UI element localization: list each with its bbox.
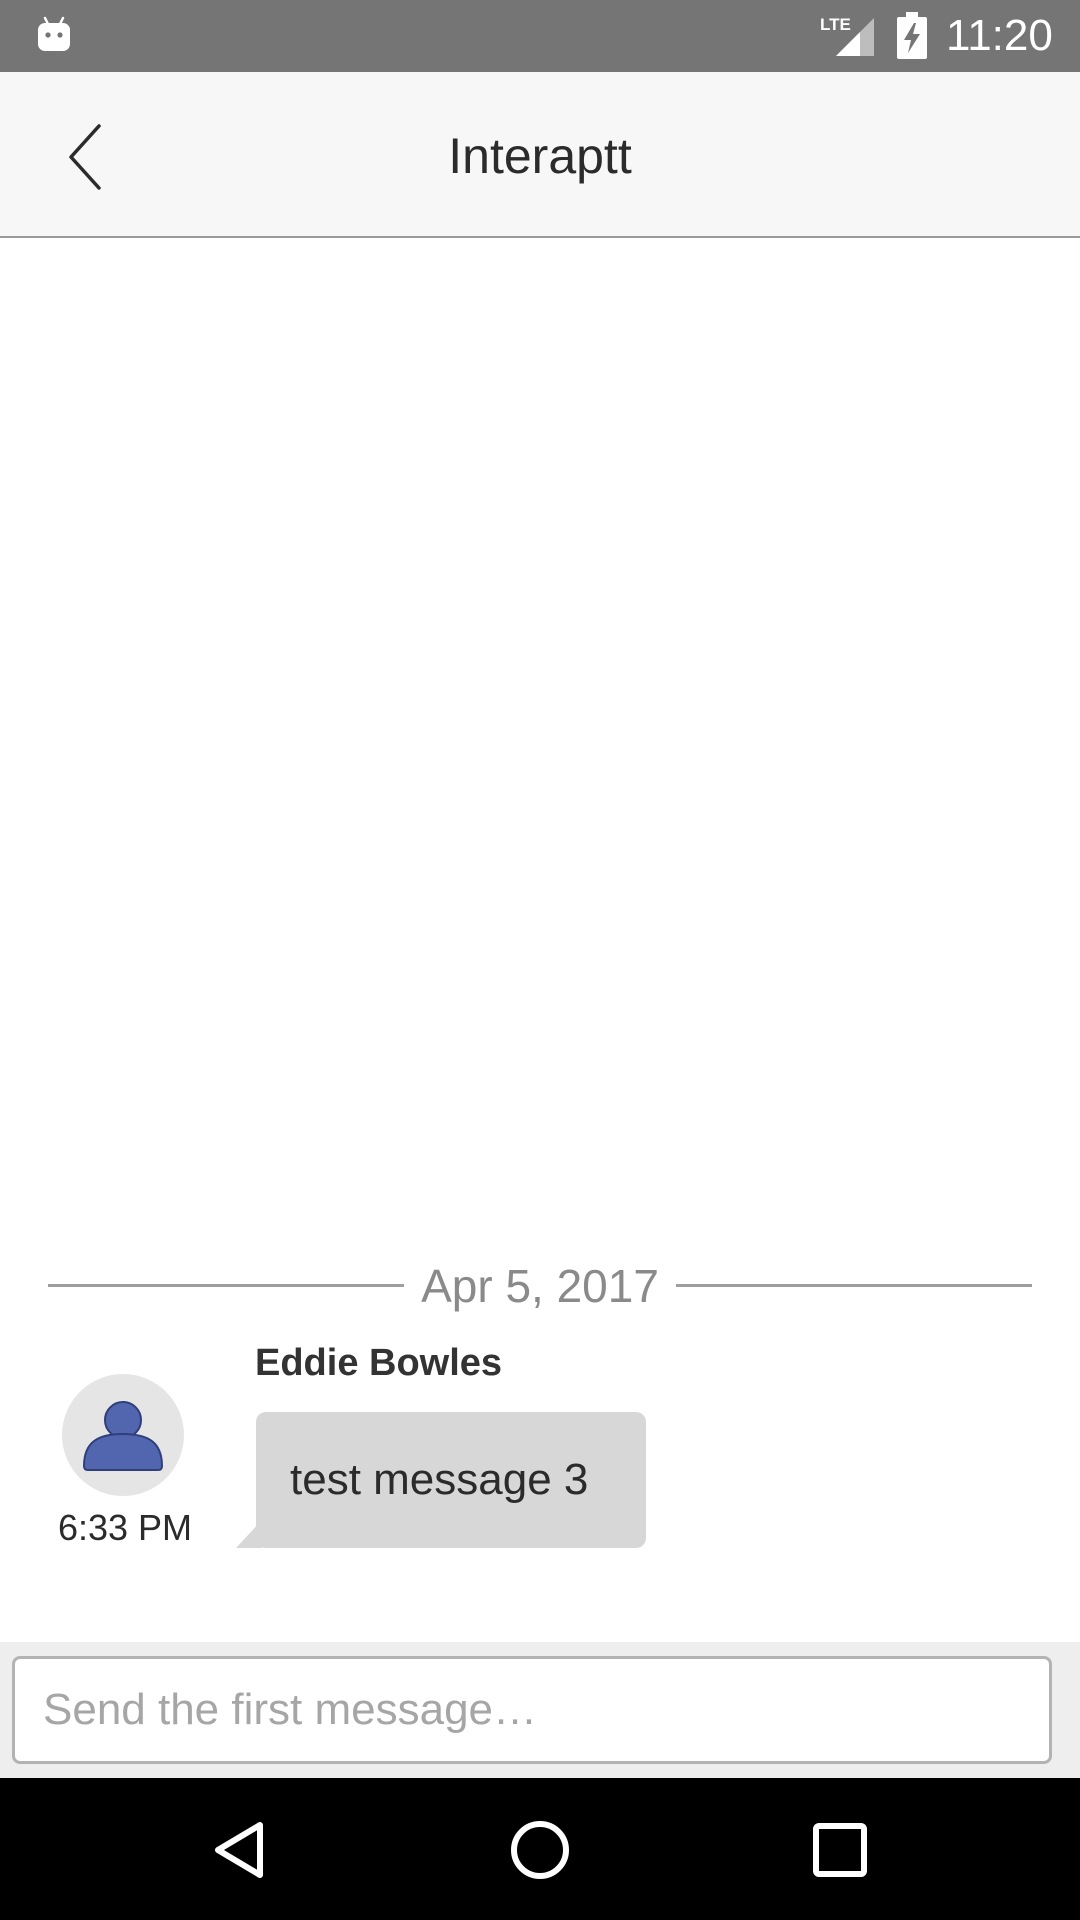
nav-recents-button[interactable] (798, 1808, 882, 1892)
nav-back-icon (215, 1822, 263, 1878)
message-bubble[interactable]: test message 3 (236, 1412, 646, 1548)
status-bar: LTE 11:20 (0, 0, 1080, 72)
signal-icon: LTE (820, 14, 874, 56)
system-nav-bar (0, 1778, 1080, 1920)
sender-name: Eddie Bowles (255, 1342, 503, 1384)
avatar[interactable] (62, 1374, 184, 1496)
status-time: 11:20 (946, 11, 1053, 60)
message-time: 6:33 PM (57, 1507, 193, 1548)
battery-charging-icon (897, 12, 927, 59)
page-title: Interaptt (448, 128, 632, 184)
bubble-body: test message 3 (256, 1412, 646, 1548)
app-header: Interaptt (0, 72, 1080, 238)
divider-right (676, 1284, 1032, 1287)
nav-home-icon (511, 1821, 569, 1879)
composer (0, 1642, 1080, 1778)
nav-recents-icon (813, 1823, 867, 1877)
message-text: test message 3 (290, 1455, 589, 1504)
network-label: LTE (820, 15, 851, 34)
person-icon (82, 1401, 164, 1471)
date-separator: Apr 5, 2017 (48, 1262, 1032, 1310)
android-app-icon (38, 16, 70, 51)
nav-home-button[interactable] (498, 1808, 582, 1892)
message-input[interactable] (12, 1656, 1052, 1764)
nav-back-button[interactable] (198, 1808, 282, 1892)
